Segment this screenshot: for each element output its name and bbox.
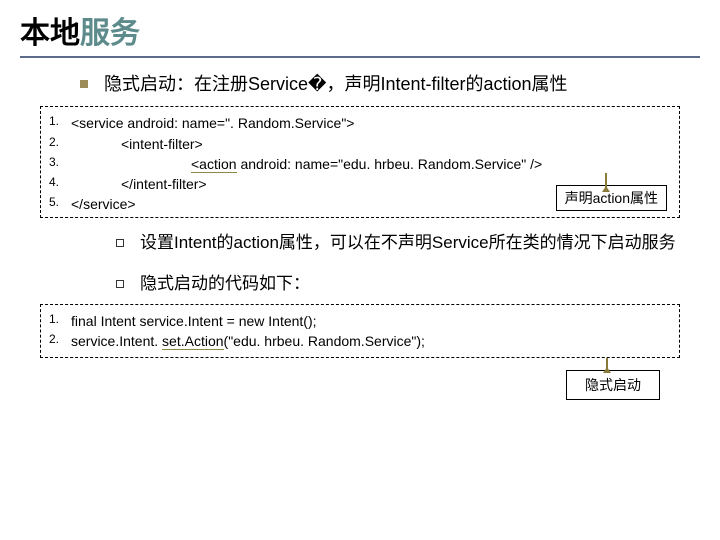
code-line: 3. <action android: name="edu. hrbeu. Ra… xyxy=(49,154,671,174)
code-text: service.Intent. set.Action("edu. hrbeu. … xyxy=(71,331,425,351)
code-line: 2. <intent-filter> xyxy=(49,134,671,154)
square-bullet-icon xyxy=(80,80,88,88)
hollow-bullet-icon xyxy=(116,239,124,247)
code-text: <action android: name="edu. hrbeu. Rando… xyxy=(71,154,542,174)
code-text: <intent-filter> xyxy=(71,134,203,154)
sub-bullet-row: 隐式启动的代码如下： xyxy=(116,273,700,296)
code-text: <service android: name=". Random.Service… xyxy=(71,113,354,133)
line-number: 3. xyxy=(49,154,71,174)
line-number: 4. xyxy=(49,174,71,194)
line-number: 1. xyxy=(49,113,71,133)
code-line: 1. final Intent service.Intent = new Int… xyxy=(49,311,671,331)
arrow-icon xyxy=(606,358,608,372)
code-block-1: 1. <service android: name=". Random.Serv… xyxy=(40,106,680,218)
page-title: 本地服务 xyxy=(20,8,700,52)
code-block-2: 1. final Intent service.Intent = new Int… xyxy=(40,304,680,358)
sub-bullet-row: 设置Intent的action属性，可以在不声明Service所在类的情况下启动… xyxy=(116,232,700,255)
main-bullet-text: 隐式启动：在注册Service�，声明Intent-filter的action属… xyxy=(104,72,568,96)
callout-2-wrap: 隐式启动 xyxy=(20,364,700,404)
title-divider xyxy=(20,56,700,58)
slide: 本地服务 隐式启动：在注册Service�，声明Intent-filter的ac… xyxy=(0,0,720,540)
line-number: 1. xyxy=(49,311,71,331)
code-line: 2. service.Intent. set.Action("edu. hrbe… xyxy=(49,331,671,351)
callout-text: 声明action属性 xyxy=(565,190,658,206)
title-part-2: 服务 xyxy=(80,17,140,50)
code-text: final Intent service.Intent = new Intent… xyxy=(71,311,317,331)
line-number: 2. xyxy=(49,134,71,154)
code-text: </service> xyxy=(71,194,136,214)
setaction-underline: set.Action xyxy=(162,333,223,350)
arrow-icon xyxy=(605,173,607,191)
hollow-bullet-icon xyxy=(116,280,124,288)
code-text: </intent-filter> xyxy=(71,174,207,194)
code-line: 1. <service android: name=". Random.Serv… xyxy=(49,113,671,133)
main-bullet-row: 隐式启动：在注册Service�，声明Intent-filter的action属… xyxy=(80,72,700,96)
callout-declare-action: 声明action属性 xyxy=(556,185,667,211)
title-part-1: 本地 xyxy=(20,17,80,50)
sub-bullet-text: 设置Intent的action属性，可以在不声明Service所在类的情况下启动… xyxy=(140,232,676,255)
line-number: 5. xyxy=(49,194,71,214)
line-number: 2. xyxy=(49,331,71,351)
callout-text: 隐式启动 xyxy=(585,377,641,393)
action-keyword: <action xyxy=(191,156,237,173)
callout-implicit-start: 隐式启动 xyxy=(566,370,660,400)
sub-bullet-text: 隐式启动的代码如下： xyxy=(140,273,310,296)
